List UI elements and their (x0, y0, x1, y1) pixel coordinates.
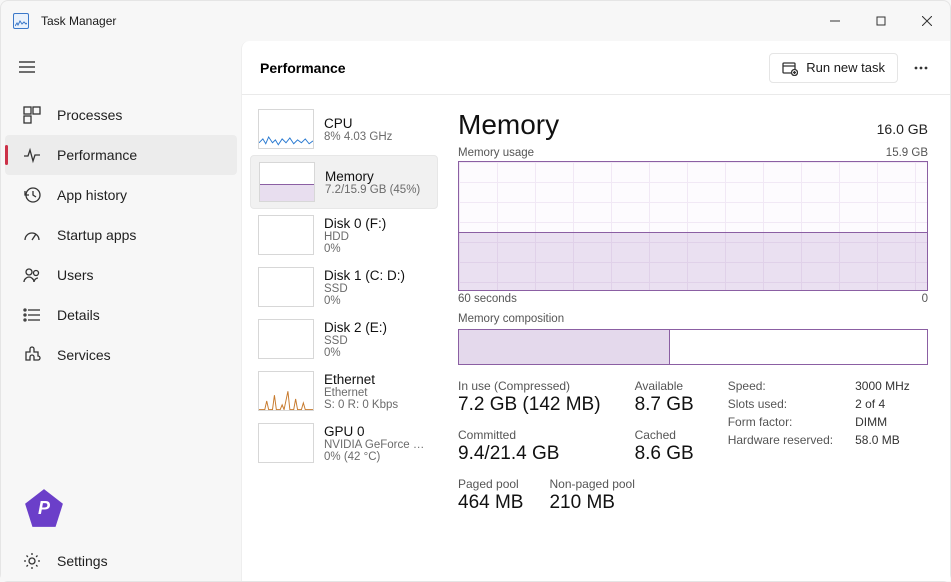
perf-item-gpu0[interactable]: GPU 0 NVIDIA GeForce R... 0% (42 °C) (250, 417, 438, 469)
committed-label: Committed (458, 428, 601, 442)
perf-item-memory[interactable]: Memory 7.2/15.9 GB (45%) (250, 155, 438, 209)
in-use-label: In use (Compressed) (458, 379, 601, 393)
perf-item-disk1[interactable]: Disk 1 (C: D:) SSD 0% (250, 261, 438, 313)
perf-item-name: CPU (324, 116, 392, 131)
perf-item-sub2: S: 0 R: 0 Kbps (324, 399, 398, 411)
memory-properties-table: Speed:3000 MHz Slots used:2 of 4 Form fa… (728, 379, 910, 447)
minimize-button[interactable] (812, 1, 858, 41)
perf-item-sub2: 0% (324, 243, 386, 255)
perf-item-sub: NVIDIA GeForce R... (324, 439, 430, 451)
nav-label: Processes (57, 107, 122, 123)
available-label: Available (635, 379, 694, 393)
nav-app-history[interactable]: App history (5, 175, 237, 215)
maximize-button[interactable] (858, 1, 904, 41)
gpu-thumb (258, 423, 314, 463)
history-icon (23, 186, 41, 204)
nav-toggle-button[interactable] (7, 49, 47, 85)
detail-title: Memory (458, 109, 559, 141)
perf-item-name: GPU 0 (324, 424, 430, 439)
nav-startup-apps[interactable]: Startup apps (5, 215, 237, 255)
composition-label: Memory composition (458, 313, 928, 325)
perf-item-disk0[interactable]: Disk 0 (F:) HDD 0% (250, 209, 438, 261)
more-button[interactable] (906, 53, 936, 83)
activity-icon (23, 146, 41, 164)
available-value: 8.7 GB (635, 394, 694, 416)
perf-item-sub: 7.2/15.9 GB (45%) (325, 184, 420, 196)
nav-label: Details (57, 307, 100, 323)
nav-details[interactable]: Details (5, 295, 237, 335)
nav-label: App history (57, 187, 127, 203)
nonpaged-pool-label: Non-paged pool (549, 477, 634, 491)
nav-processes[interactable]: Processes (5, 95, 237, 135)
perf-item-sub: HDD (324, 231, 386, 243)
nav-users[interactable]: Users (5, 255, 237, 295)
perf-item-sub2: 0% (42 °C) (324, 451, 430, 463)
usage-chart-label: Memory usage (458, 147, 534, 159)
perf-item-name: Disk 2 (E:) (324, 320, 387, 335)
disk-thumb (258, 215, 314, 255)
app-icon (13, 13, 29, 29)
perf-item-name: Ethernet (324, 372, 398, 387)
cpu-thumb (258, 109, 314, 149)
promo-badge: P (23, 487, 65, 529)
ethernet-thumb (258, 371, 314, 411)
perf-item-name: Disk 0 (F:) (324, 216, 386, 231)
paged-pool-value: 464 MB (458, 492, 523, 514)
nav-settings[interactable]: Settings (5, 541, 237, 581)
committed-value: 9.4/21.4 GB (458, 443, 601, 465)
x-axis-right: 0 (922, 293, 928, 305)
page-title: Performance (260, 60, 346, 76)
memory-usage-chart (458, 161, 928, 291)
nav-performance[interactable]: Performance (5, 135, 237, 175)
grid-icon (23, 106, 41, 124)
close-button[interactable] (904, 1, 950, 41)
nav-label: Startup apps (57, 227, 136, 243)
x-axis-left: 60 seconds (458, 293, 517, 305)
nav-label: Services (57, 347, 111, 363)
perf-item-name: Memory (325, 169, 420, 184)
title-bar: Task Manager (1, 1, 950, 41)
run-task-icon (782, 60, 798, 76)
nav-label: Performance (57, 147, 137, 163)
perf-item-sub: SSD (324, 335, 387, 347)
gauge-icon (23, 226, 41, 244)
users-icon (23, 266, 41, 284)
perf-item-sub2: 0% (324, 347, 387, 359)
run-new-task-button[interactable]: Run new task (769, 53, 898, 83)
ellipsis-icon (914, 66, 928, 70)
memory-thumb (259, 162, 315, 202)
perf-item-sub2: 0% (324, 295, 405, 307)
perf-item-disk2[interactable]: Disk 2 (E:) SSD 0% (250, 313, 438, 365)
memory-composition-bar (458, 329, 928, 365)
disk-thumb (258, 267, 314, 307)
gear-icon (23, 552, 41, 570)
perf-item-cpu[interactable]: CPU 8% 4.03 GHz (250, 103, 438, 155)
window-title: Task Manager (41, 14, 116, 28)
nav-label: Users (57, 267, 94, 283)
paged-pool-label: Paged pool (458, 477, 523, 491)
list-icon (23, 306, 41, 324)
run-task-label: Run new task (806, 60, 885, 75)
in-use-value: 7.2 GB (142 MB) (458, 394, 601, 416)
perf-item-sub: 8% 4.03 GHz (324, 131, 392, 143)
perf-item-ethernet[interactable]: Ethernet Ethernet S: 0 R: 0 Kbps (250, 365, 438, 417)
performance-resource-list: CPU 8% 4.03 GHz Memory 7.2/15.9 GB (45%) (242, 95, 442, 581)
puzzle-icon (23, 346, 41, 364)
perf-item-name: Disk 1 (C: D:) (324, 268, 405, 283)
sidebar: Processes Performance App history Startu… (1, 41, 241, 581)
nonpaged-pool-value: 210 MB (549, 492, 634, 514)
memory-total: 16.0 GB (877, 121, 928, 137)
nav-label: Settings (57, 553, 108, 569)
usage-chart-max: 15.9 GB (886, 147, 928, 159)
memory-detail-pane: Memory 16.0 GB Memory usage 15.9 GB 60 s… (442, 95, 950, 581)
perf-item-sub: Ethernet (324, 387, 398, 399)
cached-value: 8.6 GB (635, 443, 694, 465)
disk-thumb (258, 319, 314, 359)
cached-label: Cached (635, 428, 694, 442)
page-header: Performance Run new task (242, 41, 950, 95)
nav-services[interactable]: Services (5, 335, 237, 375)
perf-item-sub: SSD (324, 283, 405, 295)
promo-letter: P (23, 487, 65, 529)
